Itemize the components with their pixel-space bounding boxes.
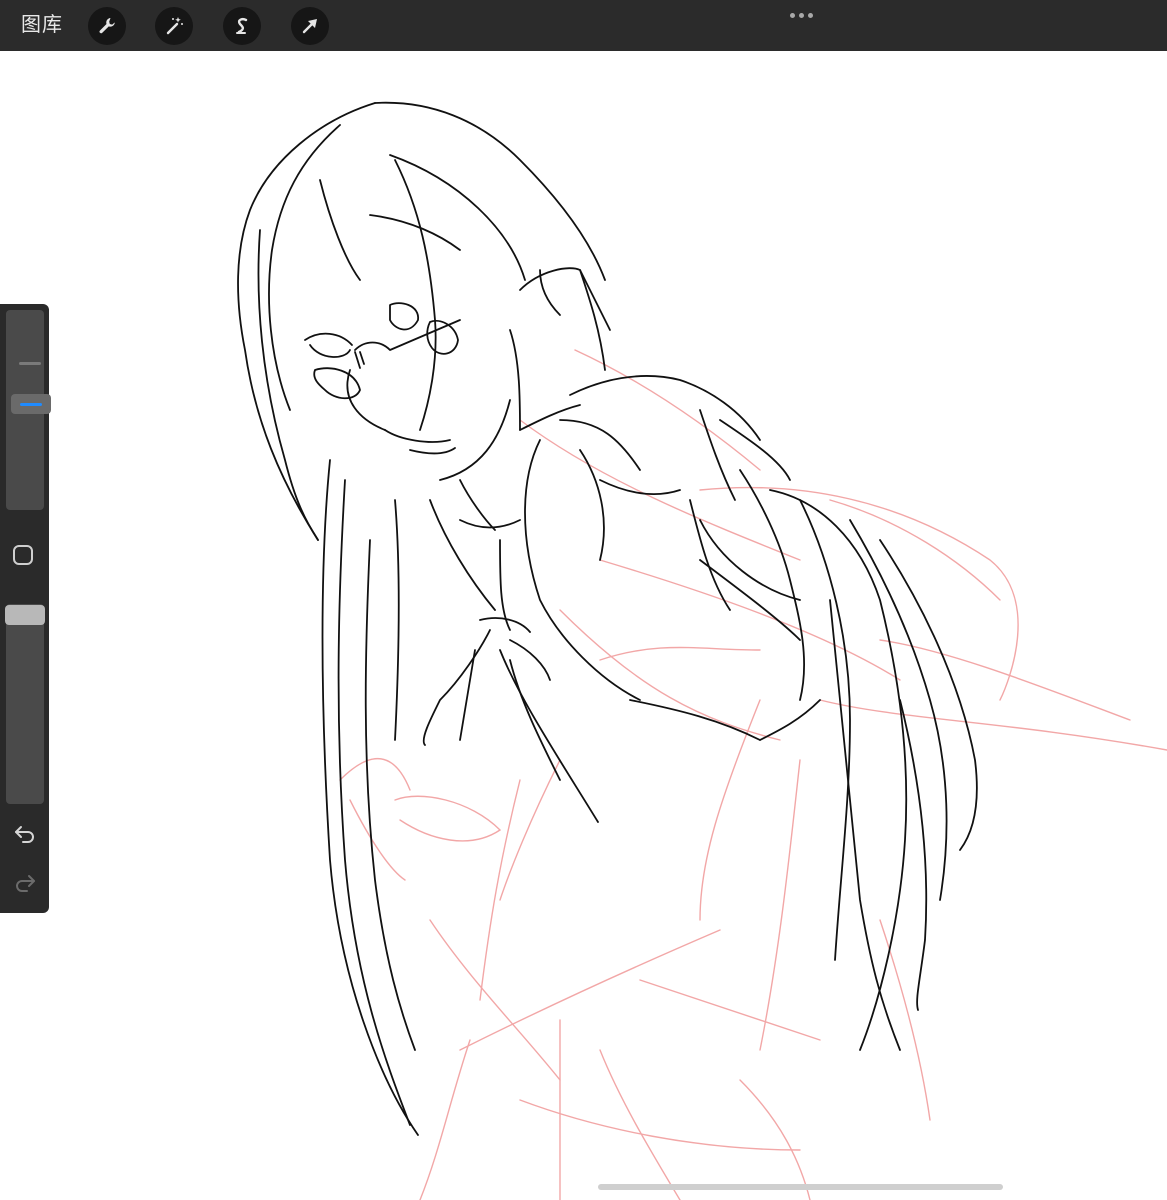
drawing-canvas[interactable] <box>0 51 1167 1200</box>
actions-button[interactable] <box>88 7 126 45</box>
undo-button[interactable] <box>11 821 39 845</box>
modify-button[interactable] <box>13 545 33 565</box>
transform-arrow-icon <box>302 19 317 34</box>
gallery-button[interactable]: 图库 <box>21 13 63 37</box>
magic-wand-icon <box>166 17 183 35</box>
brush-sidebar <box>0 304 51 913</box>
home-indicator <box>598 1184 1003 1190</box>
selection-s-icon <box>236 18 248 34</box>
top-toolbar: 图库 <box>0 0 1167 51</box>
line-art-drawing <box>237 101 1167 1200</box>
ellipsis-icon <box>789 12 795 18</box>
sketch-layer <box>339 349 1167 1200</box>
redo-icon <box>16 875 35 892</box>
undo-icon <box>15 826 34 843</box>
wrench-icon <box>99 18 115 34</box>
brush-size-handle[interactable] <box>11 394 51 414</box>
adjustments-button[interactable] <box>155 7 193 45</box>
opacity-slider[interactable] <box>6 604 44 804</box>
more-options-button[interactable] <box>787 9 815 21</box>
redo-button[interactable] <box>11 870 39 894</box>
transform-button[interactable] <box>291 7 329 45</box>
opacity-handle[interactable] <box>5 605 45 625</box>
brush-size-slider[interactable] <box>6 310 51 510</box>
selection-button[interactable] <box>223 7 261 45</box>
